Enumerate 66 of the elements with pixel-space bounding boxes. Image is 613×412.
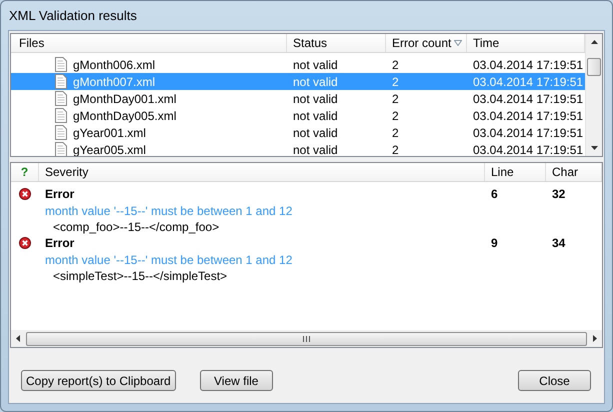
scroll-down-icon[interactable] (590, 146, 598, 150)
column-header[interactable]: ? (11, 163, 39, 181)
line-number: 6 (490, 186, 499, 202)
error-count-cell-text: 2 (391, 108, 400, 124)
status-cell-text: not valid (292, 56, 339, 74)
error-message: month value '--15--' must be between 1 and 12 (45, 252, 292, 268)
document-icon (55, 125, 67, 140)
time-cell-text: 03.04.2014 17:19:51 (472, 74, 584, 90)
document-icon (55, 91, 67, 106)
status-cell-text: not valid (292, 124, 339, 142)
time-cell-text: 03.04.2014 17:19:51 (472, 142, 584, 156)
scroll-right-icon[interactable] (593, 335, 597, 342)
file-row[interactable]: gMonthDay001.xml not valid 2 03.04.2014 17:19:51 (11, 90, 585, 107)
file-row[interactable]: gMonth006.xml not valid 2 03.04.2014 17:19:51 (11, 56, 585, 73)
file-row[interactable]: gYear005.xml not valid 2 03.04.2014 17:19:51 (11, 141, 585, 156)
error-count-cell-text: 2 (391, 56, 400, 74)
horizontal-scrollbar[interactable] (11, 330, 602, 347)
scroll-up-icon[interactable] (590, 40, 598, 44)
error-count-cell-text: 2 (391, 142, 400, 156)
status-cell-text: not valid (292, 74, 339, 90)
error-icon (19, 236, 31, 248)
char-number: 32 (551, 186, 566, 202)
column-header[interactable]: Status (287, 34, 386, 52)
time-cell-text: 03.04.2014 17:19:51 (472, 90, 584, 108)
document-icon (55, 74, 67, 89)
vertical-scrollbar[interactable] (585, 34, 602, 156)
dialog-button[interactable]: Close (518, 370, 591, 391)
column-header[interactable]: Files (11, 34, 287, 52)
status-cell-text: not valid (292, 142, 339, 156)
error-count-cell-text: 2 (391, 124, 400, 142)
file-row[interactable]: gYear001.xml not valid 2 03.04.2014 17:19:51 (11, 124, 585, 141)
column-header[interactable]: Char (546, 163, 602, 181)
time-cell-text: 03.04.2014 17:19:51 (472, 124, 584, 142)
time-cell-text: 03.04.2014 17:19:51 (472, 108, 584, 124)
dialog-button[interactable]: Copy report(s) to Clipboard (21, 370, 176, 391)
document-icon (55, 57, 67, 72)
file-name: gMonth006.xml (73, 56, 156, 74)
line-number: 9 (490, 234, 499, 252)
file-name: gMonth007.xml (73, 74, 156, 90)
error-icon (19, 188, 31, 200)
status-cell-text: not valid (292, 90, 339, 108)
source-snippet: <comp_foo>--15--</comp_foo> (53, 218, 220, 236)
column-label: Error count (392, 35, 452, 52)
grip-icon (303, 336, 310, 342)
file-name: gMonthDay005.xml (73, 108, 176, 124)
error-count-cell-text: 2 (391, 74, 400, 90)
column-header[interactable]: Line (485, 163, 546, 181)
char-number: 34 (551, 234, 566, 252)
dialog-button[interactable]: View file (200, 370, 273, 391)
file-name: gMonthDay001.xml (73, 90, 176, 108)
status-cell-text: not valid (292, 108, 339, 124)
file-name: gYear001.xml (73, 124, 146, 142)
column-header[interactable]: Severity (39, 163, 485, 181)
window-title: XML Validation results (9, 6, 137, 25)
time-cell-text: 03.04.2014 17:19:51 (472, 56, 584, 74)
source-snippet: <simpleTest>--15--</simpleTest> (53, 268, 228, 284)
severity-text: Error (44, 234, 76, 252)
document-icon (55, 108, 67, 123)
scroll-left-icon[interactable] (16, 335, 20, 342)
file-row[interactable]: gMonthDay005.xml not valid 2 03.04.2014 17:19:51 (11, 107, 585, 124)
scroll-thumb[interactable] (587, 58, 601, 76)
error-count-cell-text: 2 (391, 90, 400, 108)
error-message: month value '--15--' must be between 1 and 12 (45, 202, 292, 220)
scroll-thumb[interactable] (26, 332, 587, 346)
severity-text: Error (44, 186, 76, 202)
file-name: gYear005.xml (73, 142, 146, 156)
